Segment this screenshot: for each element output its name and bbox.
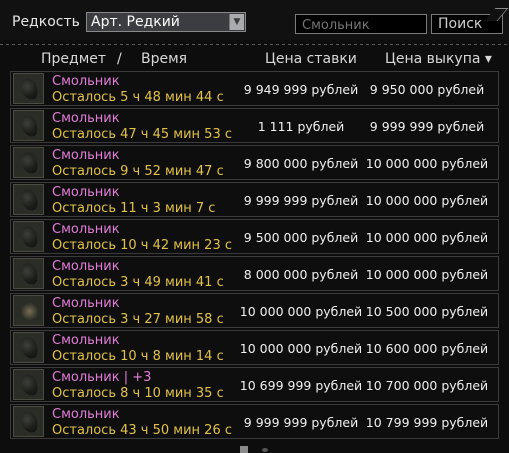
auction-list: Смольник Осталось 5 ч 48 мин 44 с 9 949 … bbox=[10, 71, 499, 441]
rarity-dropdown-value: Арт. Редкий bbox=[91, 14, 180, 30]
resin-artifact-icon bbox=[13, 332, 44, 363]
item-name: Смольник bbox=[52, 296, 120, 311]
resin-artifact-icon bbox=[13, 110, 44, 141]
time-left: Осталось 5 ч 48 мин 44 с bbox=[52, 90, 224, 105]
item-name: Смольник bbox=[52, 259, 120, 274]
item-name: Смольник | +3 bbox=[52, 370, 152, 385]
table-row[interactable]: Смольник Осталось 10 ч 8 мин 14 с 10 000… bbox=[10, 330, 499, 365]
table-row[interactable]: Смольник Осталось 43 ч 50 мин 26 с 9 999… bbox=[10, 404, 499, 439]
bid-price: 9 999 999 рублей bbox=[243, 193, 359, 208]
column-header-separator: / bbox=[117, 51, 122, 67]
filter-bar: Редкость Арт. Редкий ▼ Поиск bbox=[0, 0, 509, 40]
buyout-price: 9 950 000 рублей bbox=[369, 82, 485, 97]
column-header-time[interactable]: Время bbox=[141, 51, 187, 67]
item-name: Смольник bbox=[52, 222, 120, 237]
bid-price: 9 500 000 рублей bbox=[243, 230, 359, 245]
item-name: Смольник bbox=[52, 185, 120, 200]
buyout-price: 10 799 999 рублей bbox=[365, 415, 489, 430]
bid-price: 9 800 000 рублей bbox=[243, 156, 359, 171]
buyout-price: 10 600 000 рублей bbox=[365, 341, 489, 356]
buyout-price: 9 999 999 рублей bbox=[369, 119, 485, 134]
search-button[interactable]: Поиск bbox=[431, 8, 509, 34]
bid-price: 8 000 000 рублей bbox=[243, 267, 359, 282]
bid-price: 1 111 рублей bbox=[257, 119, 345, 134]
bid-price: 10 000 000 рублей bbox=[239, 304, 363, 319]
column-header-item[interactable]: Предмет bbox=[41, 51, 106, 67]
table-row[interactable]: Смольник Осталось 5 ч 48 мин 44 с 9 949 … bbox=[10, 71, 499, 106]
resin-artifact-icon bbox=[13, 369, 44, 400]
item-name: Смольник bbox=[52, 111, 120, 126]
search-button-label: Поиск bbox=[438, 16, 483, 32]
time-left: Осталось 10 ч 42 мин 23 с bbox=[52, 238, 232, 253]
time-left: Осталось 3 ч 49 мин 41 с bbox=[52, 275, 224, 290]
resin-artifact-icon bbox=[13, 184, 44, 215]
divider bbox=[0, 44, 509, 45]
resin-artifact-icon bbox=[13, 221, 44, 252]
item-name: Смольник bbox=[52, 148, 120, 163]
pager-indicator[interactable] bbox=[240, 444, 270, 453]
table-row[interactable]: Смольник Осталось 9 ч 52 мин 47 с 9 800 … bbox=[10, 145, 499, 180]
buyout-price: 10 700 000 рублей bbox=[365, 378, 489, 393]
time-left: Осталось 8 ч 10 мин 35 с bbox=[52, 386, 224, 401]
table-row[interactable]: Смольник | +3 Осталось 8 ч 10 мин 35 с 1… bbox=[10, 367, 499, 402]
table-row[interactable]: Смольник Осталось 3 ч 27 мин 58 с 10 000… bbox=[10, 293, 499, 328]
rarity-label: Редкость bbox=[12, 14, 80, 30]
buyout-price: 10 000 000 рублей bbox=[365, 230, 489, 245]
bid-price: 9 949 999 рублей bbox=[243, 82, 359, 97]
column-header-bid[interactable]: Цена ставки bbox=[265, 51, 357, 67]
rarity-dropdown[interactable]: Арт. Редкий ▼ bbox=[86, 12, 246, 32]
table-row[interactable]: Смольник Осталось 10 ч 42 мин 23 с 9 500… bbox=[10, 219, 499, 254]
buyout-price: 10 000 000 рублей bbox=[365, 267, 489, 282]
resin-artifact-icon bbox=[13, 406, 44, 437]
page-marker-icon[interactable] bbox=[240, 446, 248, 453]
bid-price: 10 699 999 рублей bbox=[239, 378, 363, 393]
item-name: Смольник bbox=[52, 74, 120, 89]
item-name: Смольник bbox=[52, 407, 120, 422]
page-dot-icon[interactable] bbox=[262, 448, 268, 452]
corner-decoration bbox=[484, 8, 509, 21]
buyout-price: 10 500 000 рублей bbox=[365, 304, 489, 319]
column-header-buyout[interactable]: Цена выкупа ▾ bbox=[385, 51, 492, 67]
resin-artifact-alt-icon bbox=[13, 295, 44, 326]
time-left: Осталось 11 ч 3 мин 7 с bbox=[52, 201, 216, 216]
search-input[interactable] bbox=[295, 14, 427, 34]
table-row[interactable]: Смольник Осталось 11 ч 3 мин 7 с 9 999 9… bbox=[10, 182, 499, 217]
resin-artifact-icon bbox=[13, 73, 44, 104]
time-left: Осталось 47 ч 45 мин 53 с bbox=[52, 127, 232, 142]
resin-artifact-icon bbox=[13, 147, 44, 178]
table-row[interactable]: Смольник Осталось 3 ч 49 мин 41 с 8 000 … bbox=[10, 256, 499, 291]
resin-artifact-icon bbox=[13, 258, 44, 289]
table-header: Предмет / Время Цена ставки Цена выкупа … bbox=[0, 49, 509, 71]
time-left: Осталось 43 ч 50 мин 26 с bbox=[52, 423, 232, 438]
item-name: Смольник bbox=[52, 333, 120, 348]
time-left: Осталось 3 ч 27 мин 58 с bbox=[52, 312, 224, 327]
bid-price: 10 000 000 рублей bbox=[239, 341, 363, 356]
bid-price: 9 999 999 рублей bbox=[243, 415, 359, 430]
time-left: Осталось 10 ч 8 мин 14 с bbox=[52, 349, 224, 364]
buyout-price: 10 000 000 рублей bbox=[365, 193, 489, 208]
time-left: Осталось 9 ч 52 мин 47 с bbox=[52, 164, 224, 179]
buyout-price: 10 000 000 рублей bbox=[365, 156, 489, 171]
table-row[interactable]: Смольник Осталось 47 ч 45 мин 53 с 1 111… bbox=[10, 108, 499, 143]
chevron-down-icon[interactable]: ▼ bbox=[229, 14, 244, 30]
